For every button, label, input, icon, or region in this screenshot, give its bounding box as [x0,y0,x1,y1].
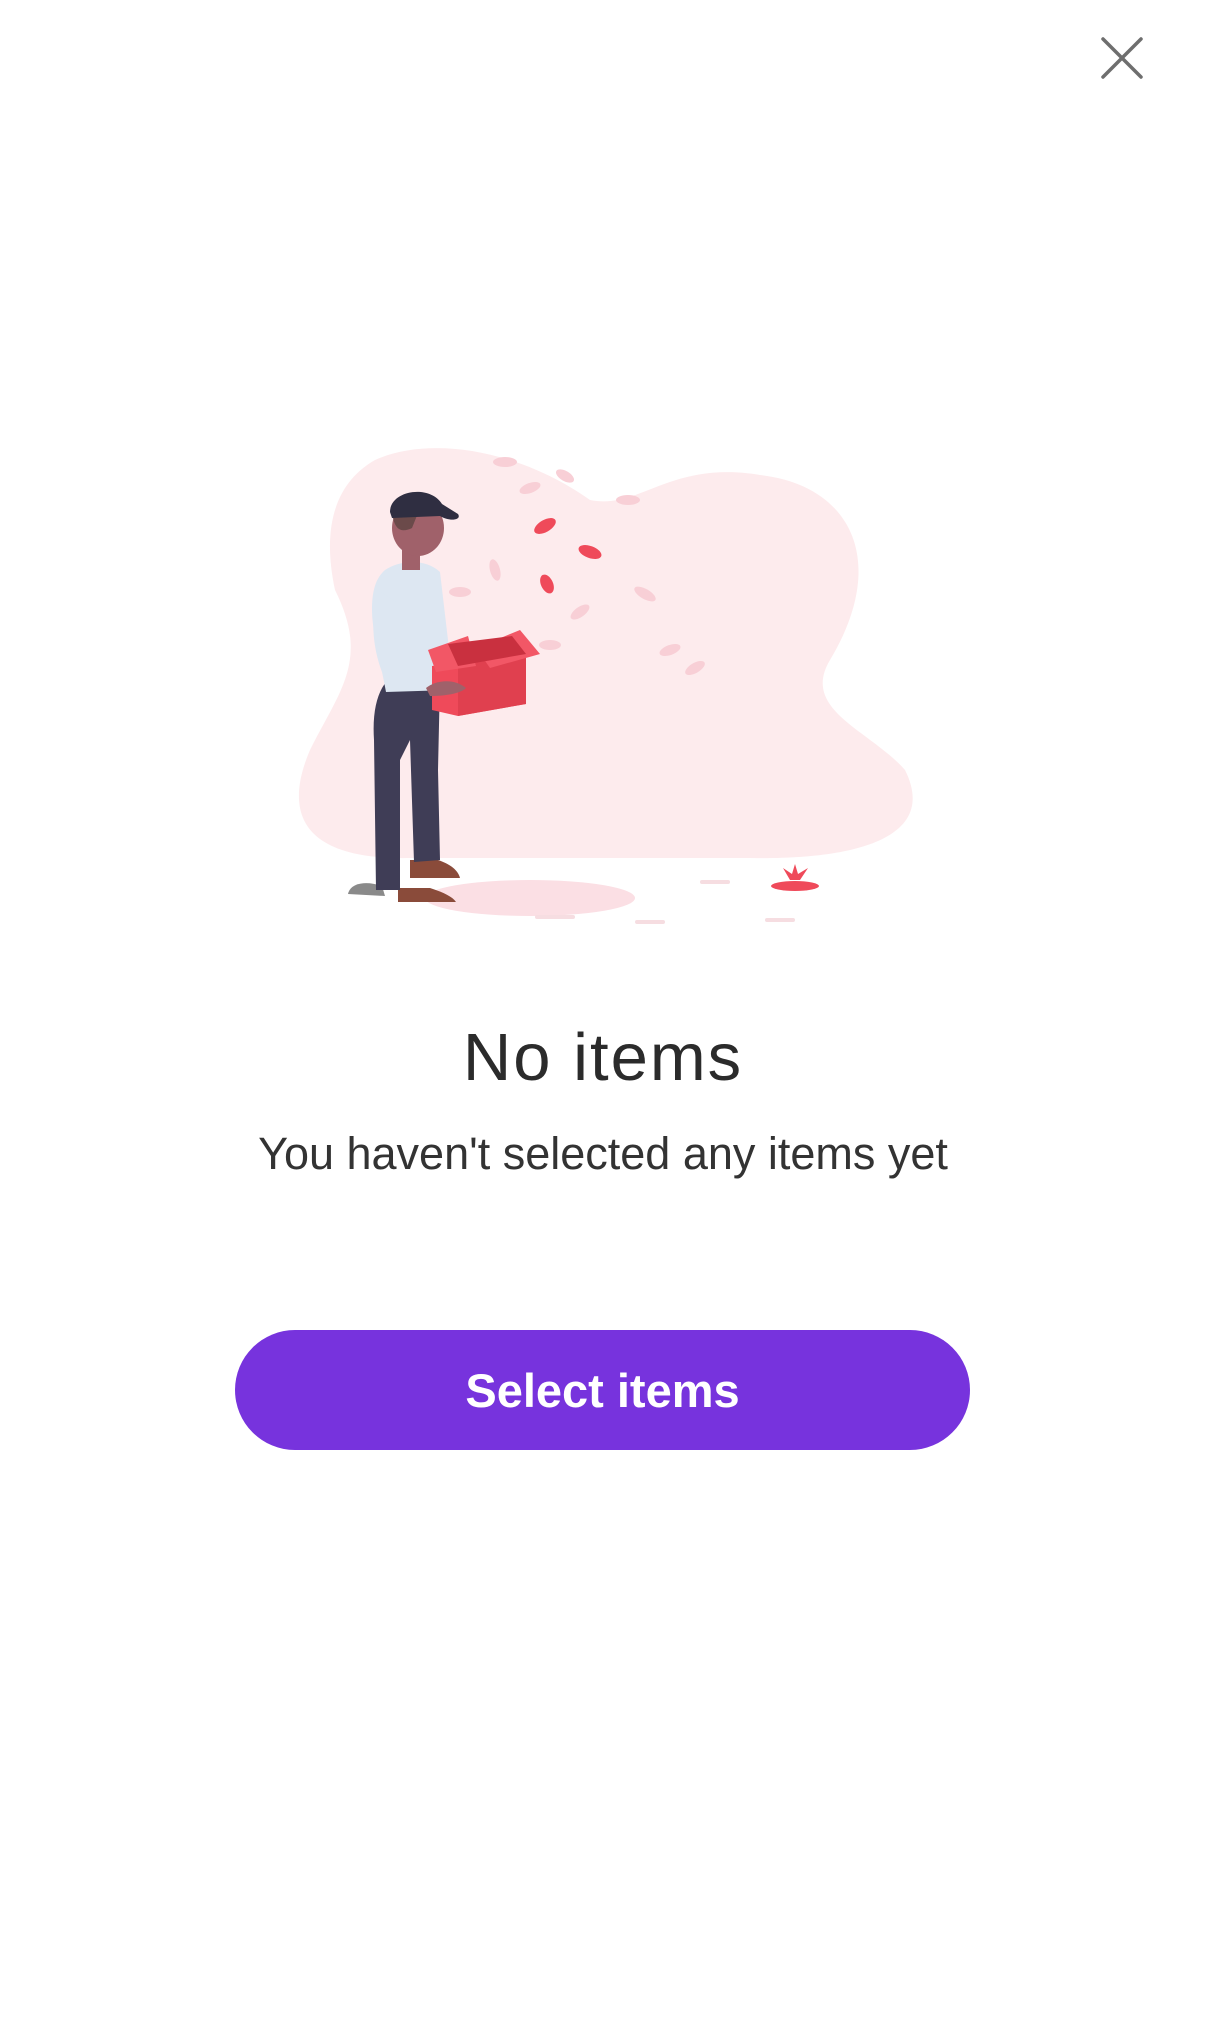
ground-shadow [425,880,635,916]
empty-state-title: No items [462,1020,744,1095]
ground-flower [771,864,819,891]
select-items-button[interactable]: Select items [235,1330,970,1450]
close-icon [1101,37,1143,79]
close-button[interactable] [1090,26,1154,90]
select-items-button-label: Select items [465,1363,740,1417]
empty-state-illustration [298,448,913,924]
empty-state-subtitle: You haven't selected any items yet [258,1128,948,1179]
